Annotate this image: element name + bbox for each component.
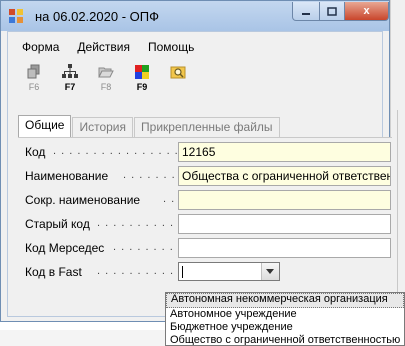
- code-label: Код: [25, 145, 46, 159]
- row-fast-code: Код в Fast . . . . . . . . . .: [25, 262, 385, 282]
- menu-form[interactable]: Форма: [13, 38, 68, 56]
- old-code-field[interactable]: [178, 214, 391, 234]
- title-bar[interactable]: на 06.02.2020 - ОПФ x: [1, 1, 389, 31]
- color-grid-icon: [135, 65, 149, 79]
- folder-open-icon: [98, 67, 114, 78]
- short-name-label: Сокр. наименование: [25, 193, 141, 207]
- row-code: Код . . . . . . . . . . . . . . . . 1216…: [25, 142, 391, 162]
- toolbar-button-f6[interactable]: F6: [16, 62, 52, 98]
- app-icon: [9, 9, 23, 23]
- opf-window: на 06.02.2020 - ОПФ x Форма Действия Пом…: [0, 0, 392, 322]
- dropdown-option[interactable]: Автономная некоммерческая организация: [166, 293, 404, 308]
- code-field[interactable]: 12165: [178, 142, 391, 162]
- tab-attached-files[interactable]: Прикрепленные файлы: [134, 117, 280, 137]
- row-short-name: Сокр. наименование . .: [25, 190, 391, 210]
- minimize-icon: [302, 13, 310, 15]
- close-button[interactable]: x: [344, 2, 389, 21]
- dropdown-option[interactable]: Общество с ограниченной ответственностью: [166, 334, 404, 345]
- leader-dots: . . . . . . . .: [123, 169, 184, 181]
- background-area: [0, 330, 170, 346]
- menu-actions[interactable]: Действия: [68, 38, 139, 56]
- text-caret: [182, 266, 183, 278]
- maximize-icon: [327, 7, 337, 16]
- leader-dots: . . . . . . . . . . . . . . . .: [53, 145, 179, 157]
- toolbar-key-f8: F8: [100, 82, 112, 92]
- menu-bar: Форма Действия Помощь: [13, 38, 203, 56]
- toolbar-key-f7: F7: [64, 82, 76, 92]
- menu-help[interactable]: Помощь: [139, 38, 203, 56]
- row-name: Наименование . . . . . . . . Общества с …: [25, 166, 391, 186]
- leader-dots: . .: [163, 193, 176, 205]
- leader-dots: . . . . . . . . .: [113, 241, 182, 253]
- form-body: Форма Действия Помощь F6 F7 F8 F9 Общие …: [7, 31, 392, 317]
- minimize-button[interactable]: [292, 2, 320, 21]
- leader-dots: . . . . . . . . . .: [97, 217, 175, 229]
- chevron-down-icon: [266, 269, 274, 274]
- toolbar-key-f6: F6: [28, 82, 40, 92]
- tab-history[interactable]: История: [72, 117, 134, 137]
- short-name-field[interactable]: [178, 190, 391, 210]
- hierarchy-icon: [62, 64, 78, 78]
- search-folder-icon: [170, 66, 186, 79]
- mercedes-code-field[interactable]: [178, 238, 391, 258]
- row-old-code: Старый код . . . . . . . . . .: [25, 214, 391, 234]
- toolbar-button-f8[interactable]: F8: [88, 62, 124, 98]
- fast-code-dropdown-list: Автономная некоммерческая организация Ав…: [165, 292, 405, 346]
- toolbar-button-f9[interactable]: F9: [124, 62, 160, 98]
- toolbar-button-search[interactable]: [160, 62, 196, 98]
- old-code-label: Старый код: [25, 217, 90, 231]
- mercedes-code-label: Код Мерседес: [25, 241, 105, 255]
- toolbar-button-f7[interactable]: F7: [52, 62, 88, 98]
- dropdown-option[interactable]: Автономное учреждение: [166, 308, 404, 321]
- dropdown-button[interactable]: [261, 263, 279, 280]
- fast-code-label: Код в Fast: [25, 265, 82, 279]
- dropdown-option[interactable]: Бюджетное учреждение: [166, 321, 404, 334]
- leader-dots: . . . . . . . . . .: [97, 265, 175, 277]
- close-icon: x: [363, 5, 370, 17]
- fast-code-combobox[interactable]: [178, 262, 280, 281]
- window-title: на 06.02.2020 - ОПФ: [35, 9, 159, 24]
- toolbar: F6 F7 F8 F9: [16, 62, 196, 98]
- tab-general[interactable]: Общие: [18, 115, 72, 137]
- name-field[interactable]: Общества с ограниченной ответственнос: [178, 166, 391, 186]
- row-mercedes-code: Код Мерседес . . . . . . . . .: [25, 238, 391, 258]
- copy-icon: [27, 64, 40, 79]
- toolbar-key-f9: F9: [136, 82, 148, 92]
- tab-strip: Общие История Прикрепленные файлы: [18, 115, 281, 137]
- name-label: Наименование: [25, 169, 109, 183]
- maximize-button[interactable]: [319, 2, 345, 21]
- general-panel: Код . . . . . . . . . . . . . . . . 1216…: [18, 137, 392, 313]
